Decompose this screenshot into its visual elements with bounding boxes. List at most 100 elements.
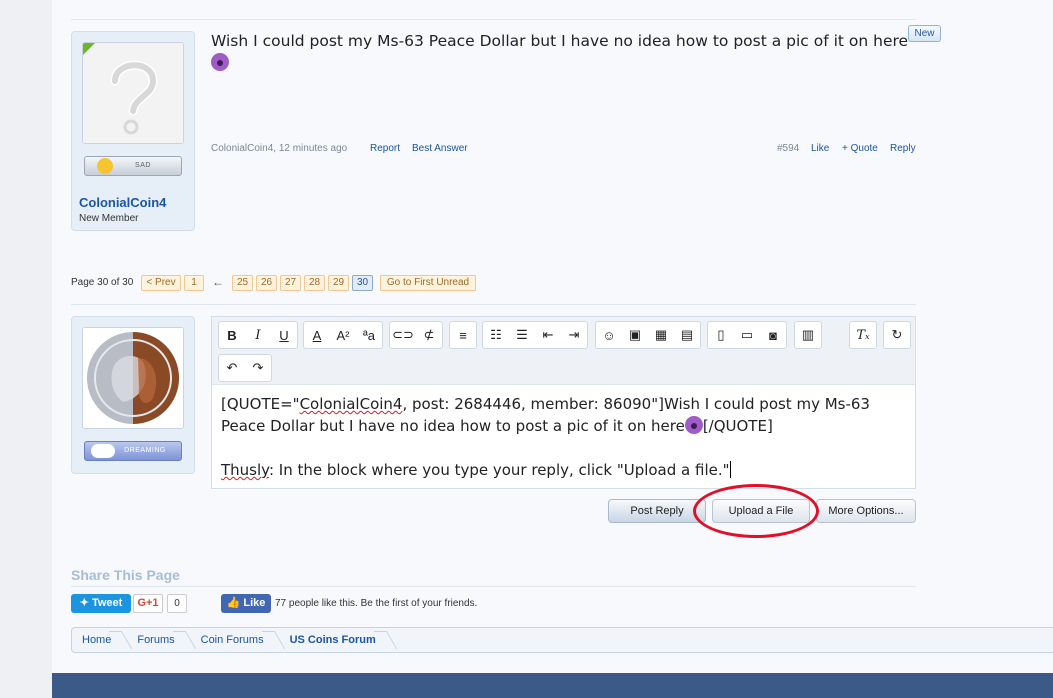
italic-icon[interactable]: I: [245, 322, 271, 348]
camera-icon[interactable]: ◙: [760, 322, 786, 348]
redo-icon[interactable]: ↷: [245, 355, 271, 381]
divider: [71, 304, 916, 305]
page-button[interactable]: 29: [328, 275, 349, 291]
reply-link[interactable]: Reply: [890, 143, 916, 154]
link-icon[interactable]: ⊂⊃: [390, 322, 416, 348]
breadcrumb-us-coins-forum[interactable]: US Coins Forum: [280, 628, 392, 652]
underline-icon[interactable]: U: [271, 322, 297, 348]
quote-open-text: [QUOTE=": [221, 395, 300, 413]
fb-like-label: Like: [243, 597, 266, 609]
mood-badge[interactable]: DREAMING: [84, 441, 182, 461]
post-number-link[interactable]: #594: [777, 143, 799, 154]
save-group: ▥: [794, 321, 822, 349]
message-body: Wish I could post my Ms-63 Peace Dollar …: [211, 30, 911, 74]
link-group: ⊂⊃ ⊄: [389, 321, 443, 349]
mood-badge[interactable]: SAD: [84, 156, 182, 176]
divider: [71, 19, 916, 20]
new-badge: New: [908, 25, 941, 42]
toggle-bbcode-icon[interactable]: ↻: [884, 322, 910, 348]
coin-avatar-icon: [83, 328, 183, 428]
message-text: Wish I could post my Ms-63 Peace Dollar …: [211, 32, 909, 50]
text-style-group: B I U: [218, 321, 298, 349]
spoiler-icon[interactable]: ▭: [734, 322, 760, 348]
current-page-button[interactable]: 30: [352, 275, 373, 291]
default-avatar-icon: [83, 43, 183, 143]
message-author-time[interactable]: ColonialCoin4, 12 minutes ago: [211, 143, 347, 154]
font-size-icon[interactable]: A²: [330, 322, 356, 348]
number-list-icon[interactable]: ☰: [509, 322, 535, 348]
twitter-bird-icon: ✦: [79, 597, 92, 609]
remove-format-icon[interactable]: Tₓ: [850, 322, 876, 348]
avatar[interactable]: [82, 327, 184, 429]
page-button[interactable]: 27: [280, 275, 301, 291]
quote-username: ColonialCoin4: [299, 395, 403, 413]
sheep-icon: [91, 444, 115, 458]
quote-icon[interactable]: ▯: [708, 322, 734, 348]
footer-bar: [52, 673, 1053, 698]
page-button[interactable]: 25: [232, 275, 253, 291]
align-left-icon[interactable]: ≡: [450, 322, 476, 348]
crying-emoji-icon: [684, 416, 703, 434]
breadcrumb-forums[interactable]: Forums: [127, 628, 190, 652]
page-button[interactable]: 28: [304, 275, 325, 291]
prev-page-button[interactable]: < Prev: [141, 275, 181, 291]
more-options-button[interactable]: More Options...: [816, 499, 916, 523]
save-draft-icon[interactable]: ▥: [795, 322, 821, 348]
reply-text: : In the block where you type your reply…: [268, 461, 730, 479]
font-group: A A² ªa: [303, 321, 383, 349]
post-reply-button[interactable]: Post Reply: [608, 499, 706, 523]
page-jump-arrow[interactable]: ←: [212, 275, 224, 289]
unlink-icon[interactable]: ⊄: [416, 322, 442, 348]
report-link[interactable]: Report: [370, 143, 400, 154]
code-icon[interactable]: ▤: [674, 322, 700, 348]
mood-label: SAD: [135, 162, 151, 169]
facebook-like-text: 77 people like this. Be the first of you…: [275, 598, 478, 609]
reply-editor[interactable]: B I U A A² ªa ⊂⊃ ⊄ ≡ ☷ ☰ ⇤ ⇥ ☺ ▣ ▦ ▤ ▯ ▭…: [211, 316, 916, 489]
tweet-label: Tweet: [91, 597, 123, 609]
breadcrumb-home[interactable]: Home: [72, 628, 127, 652]
page-label: Page 30 of 30: [71, 277, 134, 288]
sad-face-icon: [97, 158, 113, 174]
clear-format-group: Tₓ: [849, 321, 877, 349]
gplus-count: 0: [167, 594, 187, 613]
smilie-icon[interactable]: ☺: [596, 322, 622, 348]
best-answer-link[interactable]: Best Answer: [412, 143, 468, 154]
page-button[interactable]: 26: [256, 275, 277, 291]
toggle-bbcode-group: ↻: [883, 321, 911, 349]
tweet-button[interactable]: ✦ Tweet: [71, 594, 131, 613]
text-cursor: [729, 461, 731, 478]
thumbs-up-icon: 👍: [226, 597, 244, 609]
crying-emoji-icon: [211, 53, 229, 71]
insert-group: ☺ ▣ ▦ ▤: [595, 321, 701, 349]
undo-icon[interactable]: ↶: [219, 355, 245, 381]
breadcrumb-coin-forums[interactable]: Coin Forums: [191, 628, 280, 652]
editor-content[interactable]: [QUOTE="ColonialCoin4, post: 2684446, me…: [221, 393, 911, 481]
history-group: ↶ ↷: [218, 354, 272, 382]
user-title: New Member: [79, 213, 139, 224]
breadcrumb: Home Forums Coin Forums US Coins Forum: [71, 627, 1053, 653]
indent-icon[interactable]: ⇥: [561, 322, 587, 348]
page-1-button[interactable]: 1: [184, 275, 204, 291]
font-family-icon[interactable]: ªa: [356, 322, 382, 348]
divider: [71, 586, 916, 587]
bold-icon[interactable]: B: [219, 322, 245, 348]
bullet-list-icon[interactable]: ☷: [483, 322, 509, 348]
quote-close-text: [/QUOTE]: [702, 417, 773, 435]
quote-link[interactable]: + Quote: [842, 143, 878, 154]
list-group: ☷ ☰ ⇤ ⇥: [482, 321, 588, 349]
upload-file-button[interactable]: Upload a File: [712, 499, 810, 523]
share-title: Share This Page: [71, 567, 180, 583]
message-user-card: SAD ColonialCoin4 New Member: [71, 31, 195, 231]
image-icon[interactable]: ▣: [622, 322, 648, 348]
media-icon[interactable]: ▦: [648, 322, 674, 348]
align-group: ≡: [449, 321, 477, 349]
font-color-icon[interactable]: A: [304, 322, 330, 348]
reply-first-word: Thusly: [221, 461, 269, 479]
outdent-icon[interactable]: ⇤: [535, 322, 561, 348]
go-to-first-unread-button[interactable]: Go to First Unread: [380, 275, 476, 291]
avatar[interactable]: [82, 42, 184, 144]
facebook-like-button[interactable]: 👍 Like: [221, 594, 271, 613]
username-link[interactable]: ColonialCoin4: [79, 195, 166, 210]
gplus-button[interactable]: G+1: [133, 594, 163, 613]
like-link[interactable]: Like: [811, 143, 829, 154]
